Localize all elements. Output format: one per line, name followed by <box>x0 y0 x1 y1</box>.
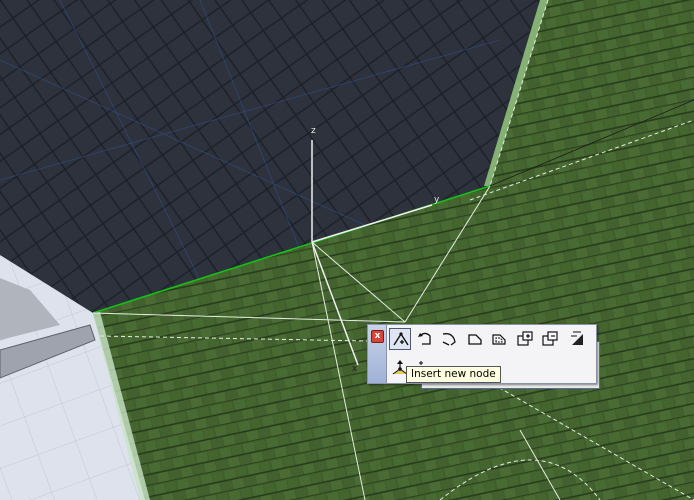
curve-edge-tool[interactable] <box>439 328 461 350</box>
axis-z-label: z <box>311 126 316 136</box>
palette-title-bar[interactable]: x <box>368 325 387 383</box>
axis-x-label: x <box>352 364 358 374</box>
3d-viewport[interactable]: z y x x Insert new node <box>0 0 694 500</box>
subtract-polygon-icon <box>542 331 558 346</box>
tooltip: Insert new node <box>406 366 501 383</box>
polygon-tool[interactable] <box>464 328 486 350</box>
axis-y-label: y <box>434 195 440 205</box>
polygon-icon <box>468 334 482 345</box>
add-polygon-icon <box>517 331 533 346</box>
magic-wand-icon <box>571 331 583 345</box>
insert-new-node-tool[interactable] <box>389 328 411 350</box>
rotate-arrow-icon <box>418 332 431 345</box>
insert-node-icon <box>393 332 409 346</box>
add-polygon-tool[interactable] <box>514 328 536 350</box>
magic-wand-tool[interactable] <box>567 328 589 350</box>
rotate-tool[interactable] <box>414 328 436 350</box>
subtract-polygon-tool[interactable] <box>539 328 561 350</box>
offset-edge-icon <box>492 334 506 345</box>
offset-edge-tool[interactable] <box>489 328 511 350</box>
palette-close-button[interactable]: x <box>371 330 384 343</box>
curve-edge-icon <box>442 333 456 346</box>
roof-scene[interactable] <box>0 0 694 500</box>
